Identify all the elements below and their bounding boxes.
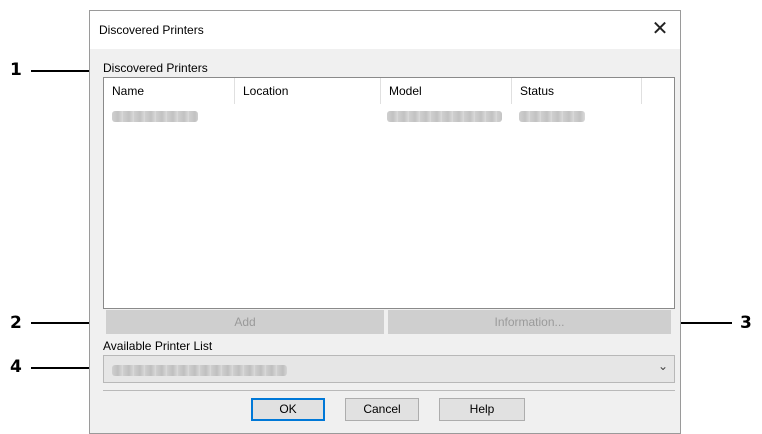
column-header-name[interactable]: Name bbox=[104, 78, 235, 104]
information-button[interactable]: Information... bbox=[388, 310, 671, 334]
chevron-down-icon[interactable]: ⌄ bbox=[658, 359, 668, 373]
callout-2: 2 bbox=[10, 313, 22, 333]
selected-printer-redacted bbox=[112, 365, 287, 376]
printer-name-redacted bbox=[112, 111, 198, 122]
callout-4: 4 bbox=[10, 357, 22, 377]
available-printer-list-label: Available Printer List bbox=[103, 339, 213, 353]
column-header-model[interactable]: Model bbox=[381, 78, 512, 104]
printer-model-redacted bbox=[387, 111, 502, 122]
discovered-printers-dialog: Discovered Printers ✕ Discovered Printer… bbox=[89, 10, 681, 434]
callout-3: 3 bbox=[740, 313, 752, 333]
window-title: Discovered Printers bbox=[99, 23, 204, 37]
ok-button[interactable]: OK bbox=[251, 398, 325, 421]
column-header-status[interactable]: Status bbox=[512, 78, 642, 104]
callout-1: 1 bbox=[10, 60, 22, 80]
divider bbox=[103, 390, 675, 391]
help-button[interactable]: Help bbox=[439, 398, 525, 421]
printer-status-redacted bbox=[519, 111, 585, 122]
discovered-printers-list[interactable]: Name Location Model Status bbox=[103, 77, 675, 309]
discovered-printers-label: Discovered Printers bbox=[103, 61, 208, 75]
column-header-location[interactable]: Location bbox=[235, 78, 381, 104]
cancel-button[interactable]: Cancel bbox=[345, 398, 419, 421]
title-bar: Discovered Printers ✕ bbox=[90, 11, 680, 49]
list-header: Name Location Model Status bbox=[104, 78, 674, 104]
add-button[interactable]: Add bbox=[106, 310, 384, 334]
close-icon[interactable]: ✕ bbox=[646, 15, 674, 43]
available-printer-list-combo[interactable]: ⌄ bbox=[103, 355, 675, 383]
